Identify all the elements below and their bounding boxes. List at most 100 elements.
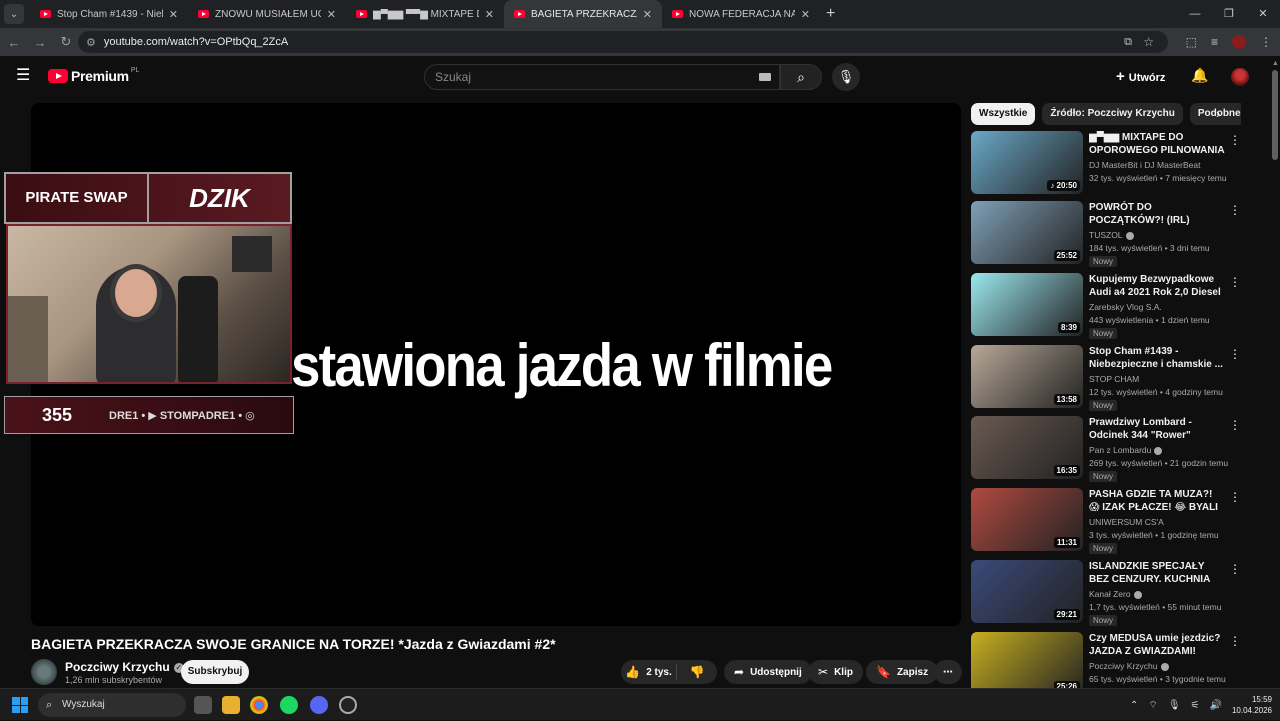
recommended-video-title[interactable]: Czy MEDUSA umie jezdzic? JAZDA Z GWIAZDA… [1089,632,1225,658]
new-tab-button[interactable]: + [826,5,835,23]
recommended-channel[interactable]: Poczciwy Krzychu [1089,661,1169,671]
more-options-icon[interactable]: ⋮ [1229,418,1241,432]
search-input[interactable]: Szukaj [424,64,780,90]
taskbar-search[interactable]: ⌕ Wyszukaj [38,693,186,717]
discord-icon[interactable] [310,696,328,714]
install-app-icon[interactable]: ⧉ [1124,36,1132,49]
browser-tab[interactable]: ▆▀▆▆ ▀▀▆ MIXTAPE DO ✕ [346,0,504,28]
recommended-channel[interactable]: Kanał Zero [1089,589,1142,599]
recommended-channel[interactable]: UNIWERSUM CS'A [1089,517,1164,527]
more-options-icon[interactable]: ⋮ [1229,275,1241,289]
chevron-right-icon[interactable]: › [1216,106,1220,121]
network-icon[interactable]: ⌔ [1148,699,1157,712]
recommended-video[interactable]: 13:58 Stop Cham #1439 - Niebezpieczne i c… [971,345,1246,411]
video-thumbnail[interactable]: 25:26 [971,632,1083,695]
close-tab-icon[interactable]: ✕ [169,8,178,21]
browser-tab[interactable]: BAGIETA PRZEKRACZA SWOJE ✕ [504,0,662,28]
forward-icon[interactable]: → [28,35,52,50]
browser-tab[interactable]: NOWA FEDERACJA NA POLSKI ✕ [662,0,820,28]
task-view-icon[interactable] [194,696,212,714]
like-button[interactable]: 👍 2 tys. [621,664,677,680]
recommended-video[interactable]: 11:31 PASHA GDZIE TA MUZA?! 😱 IZAK PŁACZE… [971,488,1246,554]
recommended-video-title[interactable]: Prawdziwy Lombard - Odcinek 344 "Rower" [1089,416,1225,442]
recommended-video-title[interactable]: PASHA GDZIE TA MUZA?! 😱 IZAK PŁACZE! 😂 B… [1089,488,1225,514]
close-tab-icon[interactable]: ✕ [643,8,652,21]
site-info-icon[interactable]: ⚙ [86,36,96,49]
recommended-video[interactable]: 16:35 Prawdziwy Lombard - Odcinek 344 "Ro… [971,416,1246,482]
voice-search-button[interactable]: 🎙 [832,63,860,91]
profile-avatar[interactable] [1232,35,1246,49]
chrome-icon[interactable] [250,696,268,714]
back-icon[interactable]: ← [2,35,26,50]
recommended-channel[interactable]: Zarebsky Vlog S.A. [1089,302,1162,312]
more-options-icon[interactable]: ⋮ [1229,562,1241,576]
recommended-video[interactable]: 29:21 ISLANDZKIE SPECJAŁY BEZ CENZURY. KU… [971,560,1246,626]
extensions-icon[interactable]: ⬚ [1186,35,1197,49]
dislike-button[interactable]: 👎 [677,665,717,679]
restore-icon[interactable]: ❐ [1212,0,1246,28]
wifi-icon[interactable]: ⚟ [1191,700,1200,711]
close-window-icon[interactable]: ✕ [1246,0,1280,28]
tab-search-button[interactable]: ⌄ [4,4,24,24]
browser-tab[interactable]: Stop Cham #1439 - Niebezpiec ✕ [30,0,188,28]
browser-tab[interactable]: ZNOWU MUSIAŁEM UCIEKAĆ 2 ✕ [188,0,346,28]
notifications-bell-icon[interactable]: 🔔 [1191,67,1208,84]
more-actions-button[interactable]: ⋯ [934,660,962,684]
more-options-icon[interactable]: ⋮ [1229,634,1241,648]
page-scrollbar[interactable]: ▲ [1270,56,1280,688]
minimize-icon[interactable]: — [1178,0,1212,28]
menu-icon[interactable]: ☰ [16,68,32,84]
app-icon[interactable] [339,696,357,714]
recommended-channel[interactable]: Pan z Lombardu [1089,445,1163,455]
channel-name[interactable]: Poczciwy Krzychu ✓ [65,660,184,674]
recommended-video[interactable]: 8:39 Kupujemy Bezwypadkowe Audi a4 2021 R… [971,273,1246,339]
recommended-video-title[interactable]: POWRÓT DO POCZĄTKÓW?! (IRL) [1089,201,1225,227]
clock[interactable]: 15:59 10.04.2026 [1232,694,1272,716]
recommended-video-title[interactable]: ▆▀▆▆ MIXTAPE DO OPOROWEGO PILNOWANIA ... [1089,131,1225,157]
address-bar[interactable]: ⚙ youtube.com/watch?v=OPtbQq_2ZcA ⧉ ☆ [78,31,1168,53]
video-thumbnail[interactable]: 25:52 [971,201,1083,264]
more-options-icon[interactable]: ⋮ [1229,203,1241,217]
save-button[interactable]: 🔖 Zapisz [866,660,939,684]
recommended-video[interactable]: 25:26 Czy MEDUSA umie jezdzic? JAZDA Z GW… [971,632,1246,696]
windows-start-icon[interactable] [12,697,28,713]
clip-button[interactable]: ✂ Klip [808,660,863,684]
video-thumbnail[interactable]: 8:39 [971,273,1083,336]
youtube-logo[interactable]: Premium PL [48,67,139,84]
recommended-video-title[interactable]: Kupujemy Bezwypadkowe Audi a4 2021 Rok 2… [1089,273,1225,299]
media-controls-icon[interactable]: ≡ [1211,35,1218,49]
create-button[interactable]: + Utwórz [1116,68,1165,85]
recommended-channel[interactable]: TUSZOL [1089,230,1134,240]
browser-menu-icon[interactable]: ⋮ [1260,35,1272,49]
search-button[interactable]: ⌕ [780,64,822,90]
tray-chevron-icon[interactable]: ⌃ [1130,700,1138,711]
recommended-video-title[interactable]: Stop Cham #1439 - Niebezpieczne i chamsk… [1089,345,1225,371]
scrollbar-thumb[interactable] [1272,70,1278,160]
recommended-video-title[interactable]: ISLANDZKIE SPECJAŁY BEZ CENZURY. KUCHNIA… [1089,560,1225,586]
keyboard-icon[interactable] [759,73,771,81]
video-thumbnail[interactable]: 29:21 [971,560,1083,623]
spotify-icon[interactable] [280,696,298,714]
recommended-video[interactable]: 25:52 POWRÓT DO POCZĄTKÓW?! (IRL) TUSZOL 18… [971,201,1246,267]
subscribe-button[interactable]: Subskrybuj [181,660,249,684]
close-tab-icon[interactable]: ✕ [327,8,336,21]
filter-chip[interactable]: Źródło: Poczciwy Krzychu [1042,103,1183,125]
recommended-video[interactable]: ♪ 20:50 ▆▀▆▆ MIXTAPE DO OPOROWEGO PILNOWA… [971,131,1246,195]
more-options-icon[interactable]: ⋮ [1229,490,1241,504]
video-thumbnail[interactable]: 11:31 [971,488,1083,551]
bookmark-star-icon[interactable]: ☆ [1143,35,1154,49]
reload-icon[interactable]: ↻ [54,34,78,50]
video-thumbnail[interactable]: ♪ 20:50 [971,131,1083,194]
more-options-icon[interactable]: ⋮ [1229,133,1241,147]
file-explorer-icon[interactable] [222,696,240,714]
volume-icon[interactable]: 🔊 [1210,700,1222,711]
microphone-tray-icon[interactable]: 🎙 [1168,700,1181,711]
channel-avatar[interactable] [31,659,57,685]
share-button[interactable]: ➦ Udostępnij [724,660,812,684]
user-avatar[interactable] [1231,68,1249,86]
recommended-channel[interactable]: STOP CHAM [1089,374,1139,384]
more-options-icon[interactable]: ⋮ [1229,347,1241,361]
recommended-channel[interactable]: DJ MasterBit i DJ MasterBeat [1089,160,1200,170]
video-thumbnail[interactable]: 16:35 [971,416,1083,479]
close-tab-icon[interactable]: ✕ [801,8,810,21]
